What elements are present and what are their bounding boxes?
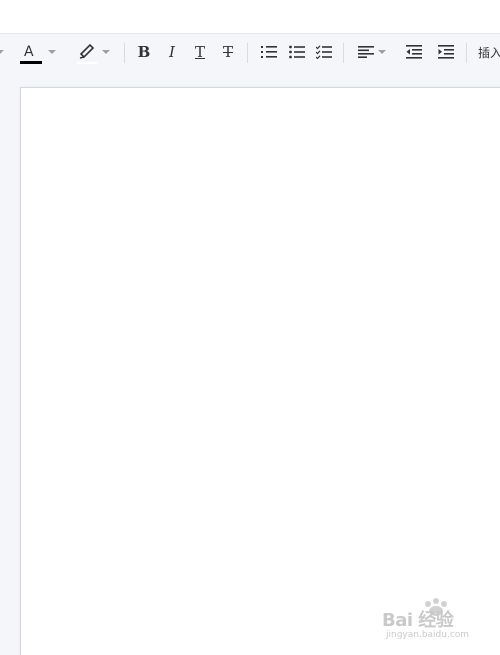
chevron-down-icon [102,50,110,54]
font-color-swatch [20,61,42,64]
watermark-url: jingyan.baidu.com [386,630,470,640]
chevron-down-icon [378,50,386,54]
underline-button[interactable]: T [190,34,210,70]
font-size-dropdown[interactable] [0,34,6,70]
checklist-button[interactable] [313,34,335,70]
divider [124,43,125,63]
bullet-list-button[interactable] [286,34,308,70]
divider [343,43,344,63]
chevron-down-icon [0,50,4,54]
divider [466,43,467,63]
underline-icon: T [194,42,205,61]
chevron-down-icon [48,50,56,54]
indent-button[interactable] [435,34,457,70]
insert-menu[interactable]: 插入 [478,34,500,70]
indent-icon [438,45,454,59]
highlighter-icon [79,43,95,59]
font-color-button[interactable]: A [18,34,60,70]
strikethrough-button[interactable]: T [218,34,238,70]
strikethrough-icon: T [222,42,233,61]
highlight-swatch [77,62,97,64]
bold-icon: B [137,42,151,61]
format-toolbar: A B I T T 插入 [0,33,500,70]
highlight-button[interactable] [74,34,114,70]
bullet-list-icon [289,45,305,59]
document-page[interactable] [20,87,500,655]
italic-icon: I [169,42,175,61]
font-color-glyph: A [24,44,34,60]
ordered-list-button[interactable] [258,34,280,70]
checklist-icon [316,45,332,59]
italic-button[interactable]: I [162,34,182,70]
align-left-icon [358,46,374,58]
top-bar [0,0,500,33]
watermark-text: Bai 经验 [382,610,454,631]
watermark: Bai 经验 jingyan.baidu.com [380,598,476,642]
outdent-icon [406,45,422,59]
ordered-list-icon [261,46,277,58]
align-dropdown[interactable] [354,34,390,70]
outdent-button[interactable] [403,34,425,70]
divider [247,43,248,63]
insert-label: 插入 [478,45,500,60]
bold-button[interactable]: B [134,34,154,70]
